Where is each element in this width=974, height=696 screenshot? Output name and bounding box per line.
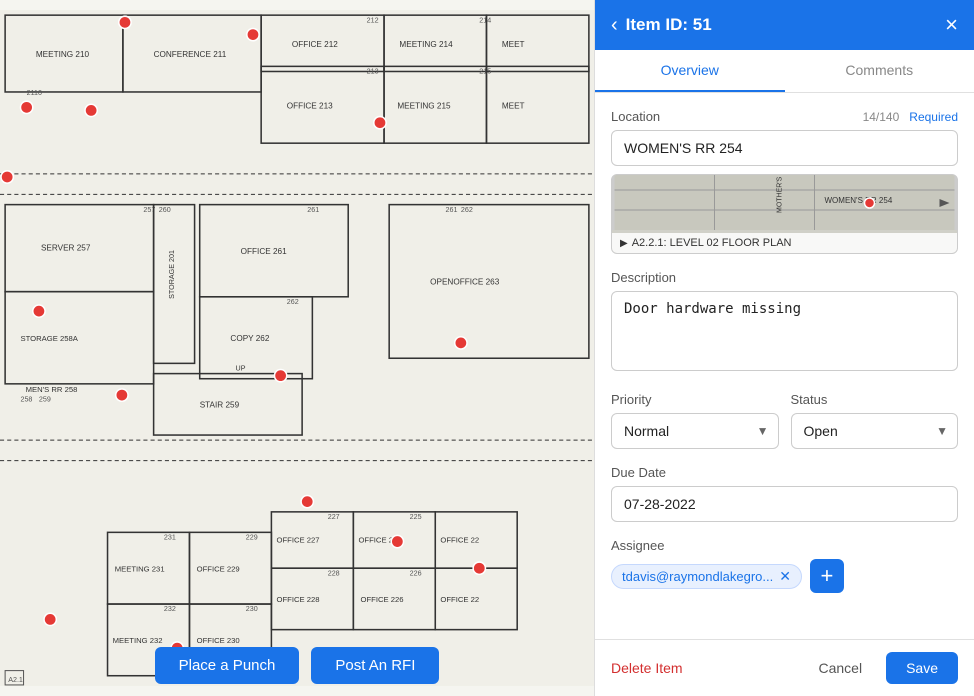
back-button[interactable]: ‹ — [611, 15, 618, 35]
svg-text:214: 214 — [479, 16, 491, 24]
status-select[interactable]: Open In Progress Closed Ready for Review — [791, 413, 959, 449]
priority-label: Priority — [611, 392, 779, 407]
svg-text:MEETING 210: MEETING 210 — [36, 50, 90, 59]
svg-text:2110: 2110 — [27, 89, 42, 97]
description-field-group: Description Door hardware missing — [611, 270, 958, 376]
svg-text:232: 232 — [164, 605, 176, 613]
svg-text:OPENOFFICE 263: OPENOFFICE 263 — [430, 278, 500, 287]
panel-footer: Delete Item Cancel Save — [595, 639, 974, 696]
svg-text:OFFICE 212: OFFICE 212 — [292, 40, 338, 49]
svg-text:COPY 262: COPY 262 — [230, 334, 269, 343]
svg-text:OFFICE 228: OFFICE 228 — [277, 595, 320, 604]
place-punch-button[interactable]: Place a Punch — [155, 647, 300, 684]
svg-text:258: 258 — [20, 395, 32, 403]
svg-text:MEN'S RR 258: MEN'S RR 258 — [26, 385, 78, 394]
post-rfi-button[interactable]: Post An RFI — [311, 647, 439, 684]
svg-text:MEET: MEET — [502, 101, 525, 110]
svg-text:STORAGE 258A: STORAGE 258A — [20, 334, 78, 343]
priority-field-group: Priority Normal Low High Critical ▼ — [611, 392, 779, 449]
svg-text:262: 262 — [461, 206, 473, 214]
svg-text:STAIR 259: STAIR 259 — [200, 400, 240, 409]
floor-plan-panel: MEETING 210 CONFERENCE 211 OFFICE 212 21… — [0, 0, 594, 696]
svg-text:MOTHER'S: MOTHER'S — [777, 176, 784, 213]
svg-text:230: 230 — [246, 605, 258, 613]
bottom-action-bar: Place a Punch Post An RFI — [0, 647, 594, 684]
description-label: Description — [611, 270, 958, 285]
location-field-group: Location 14/140 Required — [611, 109, 958, 254]
priority-select[interactable]: Normal Low High Critical — [611, 413, 779, 449]
svg-text:229: 229 — [246, 534, 258, 542]
panel-header-left: ‹ Item ID: 51 — [611, 15, 712, 35]
svg-text:228: 228 — [328, 569, 340, 577]
cancel-button[interactable]: Cancel — [802, 652, 878, 684]
svg-text:225: 225 — [410, 513, 422, 521]
description-textarea[interactable]: Door hardware missing — [611, 291, 958, 371]
svg-text:OFFICE 230: OFFICE 230 — [197, 636, 240, 645]
svg-text:STORAGE 201: STORAGE 201 — [168, 250, 176, 299]
delete-item-button[interactable]: Delete Item — [611, 660, 683, 676]
svg-text:WOMEN'S RR 254: WOMEN'S RR 254 — [825, 196, 893, 205]
svg-text:212: 212 — [367, 16, 379, 24]
assignee-field-group: Assignee tdavis@raymondlakegro... ✕ + — [611, 538, 958, 593]
assignee-label: Assignee — [611, 538, 958, 553]
priority-status-row: Priority Normal Low High Critical ▼ Stat… — [611, 392, 958, 465]
svg-text:OFFICE 229: OFFICE 229 — [197, 564, 240, 573]
save-button[interactable]: Save — [886, 652, 958, 684]
svg-text:261: 261 — [307, 206, 319, 214]
svg-text:MEETING 231: MEETING 231 — [115, 564, 165, 573]
svg-text:OFFICE 226: OFFICE 226 — [360, 595, 403, 604]
footer-actions: Cancel Save — [802, 652, 958, 684]
svg-text:OFFICE 22: OFFICE 22 — [440, 595, 479, 604]
location-label: Location 14/140 Required — [611, 109, 958, 124]
tab-comments[interactable]: Comments — [785, 50, 974, 92]
location-thumbnail: WOMEN'S RR 254 MOTHER'S ▶ A2.2.1: LEVEL … — [611, 174, 958, 254]
location-input[interactable] — [611, 130, 958, 166]
priority-select-wrapper: Normal Low High Critical ▼ — [611, 413, 779, 449]
svg-text:259: 259 — [39, 395, 51, 403]
svg-text:226: 226 — [410, 569, 422, 577]
svg-text:OFFICE 213: OFFICE 213 — [287, 101, 333, 110]
tabs-bar: Overview Comments — [595, 50, 974, 93]
svg-text:MEETING 214: MEETING 214 — [399, 40, 453, 49]
status-field-group: Status Open In Progress Closed Ready for… — [791, 392, 959, 449]
due-date-label: Due Date — [611, 465, 958, 480]
svg-text:260: 260 — [159, 206, 171, 214]
status-label: Status — [791, 392, 959, 407]
close-button[interactable]: × — [945, 14, 958, 36]
svg-text:OFFICE 22: OFFICE 22 — [440, 536, 479, 545]
status-select-wrapper: Open In Progress Closed Ready for Review… — [791, 413, 959, 449]
svg-text:262: 262 — [287, 298, 299, 306]
svg-text:231: 231 — [164, 534, 176, 542]
assignee-row: tdavis@raymondlakegro... ✕ + — [611, 559, 958, 593]
assignee-chip: tdavis@raymondlakegro... ✕ — [611, 564, 802, 589]
panel-title: Item ID: 51 — [626, 15, 712, 35]
tab-overview[interactable]: Overview — [595, 50, 785, 92]
svg-text:215: 215 — [479, 68, 491, 76]
due-date-input[interactable] — [611, 486, 958, 522]
panel-body: Location 14/140 Required — [595, 93, 974, 639]
item-detail-panel: ‹ Item ID: 51 × Overview Comments Locati… — [594, 0, 974, 696]
add-assignee-button[interactable]: + — [810, 559, 844, 593]
svg-text:MEET: MEET — [502, 40, 525, 49]
assignee-email: tdavis@raymondlakegro... — [622, 569, 773, 584]
svg-text:CONFERENCE 211: CONFERENCE 211 — [154, 50, 227, 59]
svg-text:OFFICE 227: OFFICE 227 — [277, 536, 320, 545]
svg-text:MEETING 232: MEETING 232 — [113, 636, 163, 645]
svg-text:261: 261 — [446, 206, 458, 214]
panel-header: ‹ Item ID: 51 × — [595, 0, 974, 50]
svg-text:227: 227 — [328, 513, 340, 521]
svg-text:213: 213 — [367, 68, 379, 76]
svg-text:UP: UP — [236, 365, 246, 373]
assignee-remove-button[interactable]: ✕ — [779, 569, 791, 583]
svg-text:OFFICE 261: OFFICE 261 — [241, 247, 287, 256]
svg-text:MEETING 215: MEETING 215 — [397, 101, 451, 110]
svg-text:SERVER 257: SERVER 257 — [41, 244, 91, 253]
due-date-field-group: Due Date — [611, 465, 958, 522]
